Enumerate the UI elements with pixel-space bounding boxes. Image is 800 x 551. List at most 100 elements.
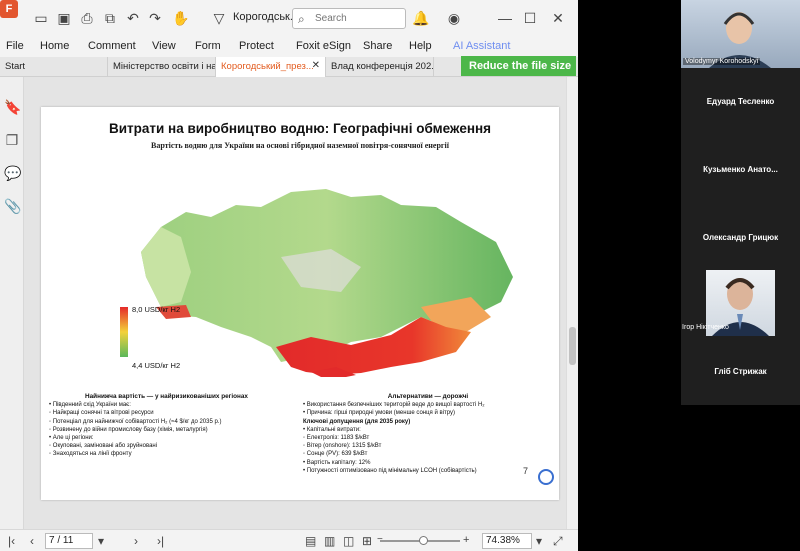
right-column-heading: Альтернативи — дорожчі	[387, 393, 469, 400]
right-line: ◦ Сонце (PV): 639 $/кВт	[303, 451, 368, 458]
legend-min-label: 4,4 USD/кг H2	[132, 361, 181, 370]
menu-protect[interactable]: Protect	[239, 40, 274, 52]
slide-subtitle: Вартість водню для України на основі гіб…	[151, 141, 449, 150]
facing-view-icon[interactable]: ◫	[343, 534, 354, 548]
color-scale-bar	[120, 307, 128, 357]
close-window-icon[interactable]: ✕	[549, 9, 567, 27]
vertical-scrollbar[interactable]	[566, 77, 578, 529]
left-line: ◦ Потенціал для найнижчої собівартості H…	[49, 418, 222, 425]
menu-comment[interactable]: Comment	[88, 40, 136, 52]
slide-title: Витрати на виробництво водню: Географічн…	[108, 121, 492, 136]
right-line: • Причина: гіршi природні умови (менше с…	[303, 410, 456, 417]
next-page-icon[interactable]: ›	[134, 534, 138, 548]
attachment-icon[interactable]: 📎	[4, 198, 21, 214]
menu-bar: File Home Comment View Form Protect Foxi…	[0, 36, 578, 56]
menu-form[interactable]: Form	[195, 40, 221, 52]
right-line: • Капітальні витрати:	[303, 426, 361, 433]
camera-feed-top: Volodymyr Korohodskyi	[681, 0, 800, 68]
right-line: ◦ Вітер (onshore): 1315 $/кВт	[303, 443, 382, 450]
right-line: Ключові допущення (для 2035 року)	[303, 418, 411, 425]
right-line: • Вартість капіталу: 12%	[303, 459, 371, 466]
fit-page-icon[interactable]: ⤢	[553, 534, 563, 549]
comments-icon[interactable]: 💬	[4, 165, 21, 181]
title-bar: F ▭ ▣ ⎙ ⧉ ↶ ↷ ✋ ▽ Корогодськ... ⌕ 🔔 ◉ — …	[0, 0, 578, 36]
menu-file[interactable]: File	[6, 40, 24, 52]
scroll-thumb[interactable]	[569, 327, 576, 365]
pages-icon[interactable]: ❐	[4, 132, 20, 148]
tab-label: Корогодський_през...	[221, 61, 314, 72]
tab-close-icon[interactable]: ✕	[312, 60, 320, 71]
left-line: ◦ Окуповані, заміновані або зруйновані	[49, 443, 158, 450]
document-title: Корогодськ...	[233, 11, 300, 23]
participant-name: Едуард Тесленко	[706, 97, 775, 106]
undo-icon[interactable]: ↶	[124, 9, 142, 27]
redo-icon[interactable]: ↷	[146, 9, 164, 27]
menu-home[interactable]: Home	[40, 40, 69, 52]
bookmark-icon[interactable]: 🔖	[4, 99, 21, 115]
open-folder-icon[interactable]: ▭	[32, 9, 50, 27]
menu-share[interactable]: Share	[363, 40, 392, 52]
menu-ai-assistant[interactable]: AI Assistant	[453, 40, 510, 52]
single-page-view-icon[interactable]: ▤	[305, 534, 316, 548]
print-icon[interactable]: ⎙	[78, 9, 96, 27]
participant-name: Гліб Стрижак	[714, 367, 767, 376]
left-line: ◦ Найкращі сонячні та вітрові ресурси	[49, 410, 154, 417]
share-window-icon[interactable]: ⧉	[101, 9, 119, 27]
participant-name: Олександр Грицюк	[702, 233, 779, 242]
right-line: ◦ Електроліз: 1183 $/кВт	[303, 435, 370, 442]
left-column-heading: Найнижча вартість — у найризикованіших р…	[85, 393, 248, 400]
status-bar: |‹ ‹ 7 / 11 ▾ › ›| ▤ ▥ ◫ ⊞ − + 74.38% ▾ …	[0, 529, 578, 551]
tab-korohodskyi[interactable]: Корогодський_през... ✕	[216, 57, 326, 77]
tab-start[interactable]: Start	[0, 57, 108, 77]
reduce-file-size-button[interactable]: Reduce the file size	[461, 56, 576, 76]
camera-middle-label: Ігор Нікітченко	[682, 324, 729, 331]
page-number-field[interactable]: 7 / 11	[45, 533, 93, 549]
support-headset-icon	[538, 469, 554, 485]
left-line: ◦ Знаходяться на лінії фронту	[49, 451, 132, 458]
foxit-logo-icon: F	[0, 0, 18, 18]
minimize-icon[interactable]: —	[496, 9, 514, 27]
zoom-in-icon[interactable]: +	[463, 534, 469, 546]
menu-view[interactable]: View	[152, 40, 176, 52]
search-box[interactable]: ⌕	[292, 8, 406, 29]
left-line: ◦ Розвинену до війни промислову базу (хі…	[49, 426, 208, 433]
right-line: • Використання безпечніших територій вед…	[303, 402, 485, 409]
first-page-icon[interactable]: |‹	[8, 534, 15, 548]
legend-max-label: 8,0 USD/кг H2	[132, 305, 181, 314]
slide-page: Витрати на виробництво водню: Географічн…	[41, 107, 559, 500]
left-line: • Південний схід України має:	[49, 402, 131, 409]
continuous-facing-view-icon[interactable]: ⊞	[362, 534, 372, 548]
save-icon[interactable]: ▣	[55, 9, 73, 27]
right-text-column: Альтернативи — дорожчі • Використання бе…	[303, 393, 553, 475]
page-dropdown-icon[interactable]: ▾	[98, 534, 104, 548]
account-icon[interactable]: ◉	[445, 9, 463, 27]
tab-label: Влад конференція 202...	[331, 61, 434, 72]
pdf-reader-window: F ▭ ▣ ⎙ ⧉ ↶ ↷ ✋ ▽ Корогодськ... ⌕ 🔔 ◉ — …	[0, 0, 578, 551]
left-sidebar: 🔖 ❐ 💬 📎 ▶	[0, 77, 35, 529]
tab-ministry[interactable]: Міністерство освіти і на...	[108, 57, 216, 77]
quick-access-dropdown-icon[interactable]: ▽	[210, 9, 228, 27]
zoom-slider-knob[interactable]	[419, 536, 428, 545]
menu-foxit-esign[interactable]: Foxit eSign	[296, 40, 351, 52]
slide-page-number: 7	[523, 466, 529, 476]
ukraine-hydrogen-cost-map	[141, 189, 513, 377]
zoom-dropdown-icon[interactable]: ▾	[536, 534, 542, 548]
previous-page-icon[interactable]: ‹	[30, 534, 34, 548]
continuous-view-icon[interactable]: ▥	[324, 534, 335, 548]
last-page-icon[interactable]: ›|	[157, 534, 164, 548]
right-line: • Потужності оптимізовано під мінімальну…	[303, 467, 477, 474]
document-viewport[interactable]: Витрати на виробництво водню: Географічн…	[24, 77, 566, 529]
tab-label: Start	[5, 61, 26, 72]
tab-label: Міністерство освіти і на...	[113, 61, 216, 72]
search-icon: ⌕	[298, 12, 305, 26]
notification-bell-icon[interactable]: 🔔	[412, 9, 430, 27]
zoom-level-field[interactable]: 74.38%	[482, 533, 532, 549]
hand-tool-icon[interactable]: ✋	[172, 9, 190, 27]
search-input[interactable]	[315, 11, 401, 26]
tab-conference[interactable]: Влад конференція 202...	[326, 57, 434, 77]
camera-top-label: Volodymyr Korohodskyi	[683, 58, 761, 65]
left-line: • Але ці регіони:	[49, 435, 94, 442]
video-conference-panel: Volodymyr Korohodskyi Едуард Тесленко Ку…	[681, 0, 800, 405]
maximize-icon[interactable]: ☐	[521, 9, 539, 27]
menu-help[interactable]: Help	[409, 40, 432, 52]
